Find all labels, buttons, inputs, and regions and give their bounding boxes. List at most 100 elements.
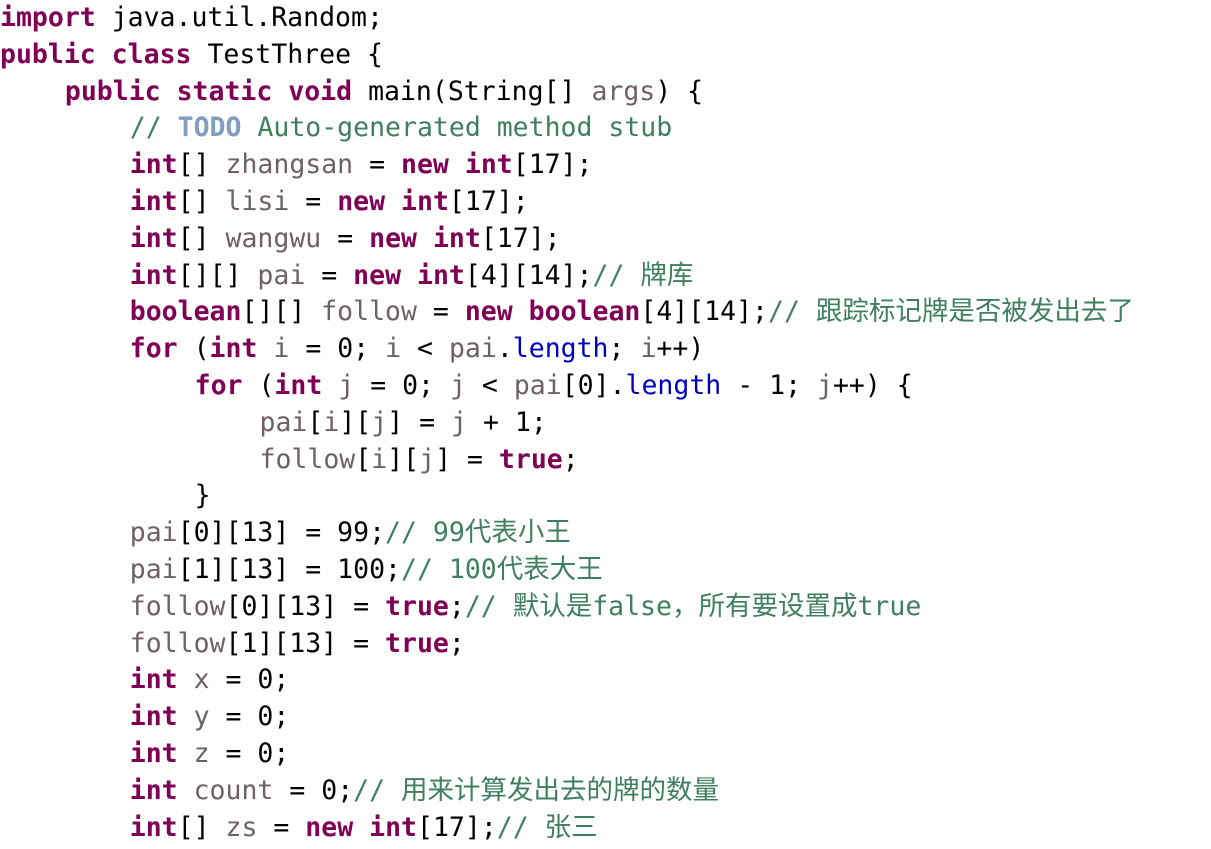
code-token-ident: j [371, 406, 388, 438]
code-token-ident: j [419, 443, 436, 475]
code-token-plain: = 0; [209, 701, 290, 733]
code-token-kw: int [129, 222, 178, 254]
code-token-plain: [0][13] = [225, 590, 386, 622]
code-token-plain: = 0; [289, 333, 386, 365]
code-token-kw: class [111, 38, 192, 70]
code-line[interactable]: public static void main(String[] args) { [0, 74, 1211, 111]
code-token-ident: i [371, 443, 388, 475]
code-line[interactable]: int[] wangwu = new int[17]; [0, 221, 1211, 258]
code-token-kw: int [464, 149, 513, 181]
code-token-plain: [17]; [480, 222, 561, 254]
code-token-plain: [] [177, 149, 226, 181]
code-token-plain: [17]; [448, 185, 529, 217]
code-token-plain: = [416, 296, 465, 328]
code-token-plain: TestThree { [191, 38, 383, 70]
code-token-kw: true [385, 590, 449, 622]
code-token-ident: pai [448, 333, 497, 365]
code-token-ident: pai [259, 406, 308, 438]
code-token-plain: [17]; [417, 811, 497, 843]
code-token-kw: int [129, 737, 178, 769]
code-line[interactable]: int y = 0; [0, 699, 1211, 736]
code-token-cmt: Auto-generated method stub [241, 112, 673, 144]
code-token-kw: int [369, 811, 418, 843]
code-token-field: length [625, 369, 722, 401]
code-token-plain: . [496, 333, 513, 365]
code-line[interactable]: pai[0][13] = 99;// 99代表小王 [0, 515, 1211, 552]
code-line[interactable]: int[] zhangsan = new int[17]; [0, 147, 1211, 184]
code-token-kw: int [129, 259, 178, 291]
code-token-kw: void [288, 75, 353, 107]
code-line[interactable]: int[][] pai = new int[4][14];// 牌库 [0, 258, 1211, 295]
code-line[interactable]: follow[1][13] = true; [0, 626, 1211, 663]
code-token-plain: [] [177, 222, 226, 254]
code-token-kw: new [353, 259, 402, 291]
code-token-plain: = [289, 185, 338, 217]
code-token-plain: [][] [241, 296, 322, 328]
code-token-kw: int [129, 811, 178, 843]
code-line[interactable]: int[] zs = new int[17];// 张三 [0, 810, 1211, 847]
code-line[interactable]: int count = 0;// 用来计算发出去的牌的数量 [0, 773, 1211, 810]
code-line[interactable]: follow[0][13] = true;// 默认是false，所有要设置成t… [0, 589, 1211, 626]
code-line[interactable]: int z = 0; [0, 736, 1211, 773]
code-token-plain: - 1; [721, 369, 817, 401]
code-token-kw: boolean [528, 296, 641, 328]
code-token-ident: pai [129, 553, 178, 585]
code-line[interactable]: boolean[][] follow = new boolean[4][14];… [0, 294, 1211, 331]
code-token-kw: import [0, 2, 96, 33]
code-token-plain: } [194, 480, 211, 512]
code-token-cmt: // 100代表大王 [401, 553, 603, 585]
code-token-ident: x [193, 664, 210, 696]
code-line[interactable]: pai[i][j] = j + 1; [0, 405, 1211, 442]
code-token-ident: follow [129, 590, 226, 622]
code-token-plain: = [257, 811, 306, 843]
code-token-plain: [4][14]; [464, 259, 593, 291]
code-line[interactable]: } [0, 478, 1211, 515]
code-token-cmt: // 跟踪标记牌是否被发出去了 [768, 296, 1134, 328]
code-line[interactable]: for (int i = 0; i < pai.length; i++) [0, 331, 1211, 368]
code-line[interactable]: public class TestThree { [0, 37, 1211, 74]
code-line[interactable]: import java.util.Random; [0, 0, 1211, 37]
code-line[interactable]: int[] lisi = new int[17]; [0, 184, 1211, 221]
code-line[interactable]: pai[1][13] = 100;// 100代表大王 [0, 552, 1211, 589]
code-token-ident: i [273, 333, 290, 365]
code-token-cmt: // 默认是false，所有要设置成true [464, 590, 922, 622]
code-token-ident: j [449, 369, 466, 401]
code-token-field: length [512, 333, 609, 365]
code-token-kw: int [129, 701, 178, 733]
code-token-plain: ; [562, 443, 579, 475]
code-token-ident: follow [129, 627, 226, 659]
code-line[interactable]: follow[i][j] = true; [0, 442, 1211, 479]
code-lines-container[interactable]: import java.util.Random; public class Tes… [0, 0, 1211, 846]
code-token-plain: [] [177, 185, 226, 217]
code-token-plain: = [353, 149, 402, 181]
code-token-kw: new [305, 811, 354, 843]
code-token-kw: boolean [129, 296, 242, 328]
code-token-cmt: // 张三 [496, 811, 598, 843]
code-token-cmt: // 牌库 [592, 259, 694, 291]
code-token-ident: z [193, 737, 210, 769]
code-line[interactable]: for (int j = 0; j < pai[0].length - 1; j… [0, 368, 1211, 405]
code-line[interactable]: int x = 0; [0, 662, 1211, 699]
code-token-kw: int [129, 185, 178, 217]
code-line[interactable]: // TODO Auto-generated method stub [0, 110, 1211, 147]
code-token-kw: new [369, 222, 417, 254]
code-token-plain: ; [608, 333, 641, 365]
code-token-plain: = 0; [209, 664, 290, 696]
code-token-plain: [0][13] = 99; [177, 517, 386, 549]
code-token-kw: int [129, 774, 178, 806]
code-token-kw: int [417, 259, 465, 291]
code-editor[interactable]: import java.util.Random; public class Tes… [0, 0, 1211, 849]
code-token-plain: [][] [177, 259, 258, 291]
code-token-ident: count [193, 774, 274, 806]
code-token-ident: i [640, 333, 657, 365]
code-token-ident: pai [513, 369, 562, 401]
code-token-plain: main(String[] [352, 75, 592, 107]
code-token-plain: [ [307, 406, 324, 438]
